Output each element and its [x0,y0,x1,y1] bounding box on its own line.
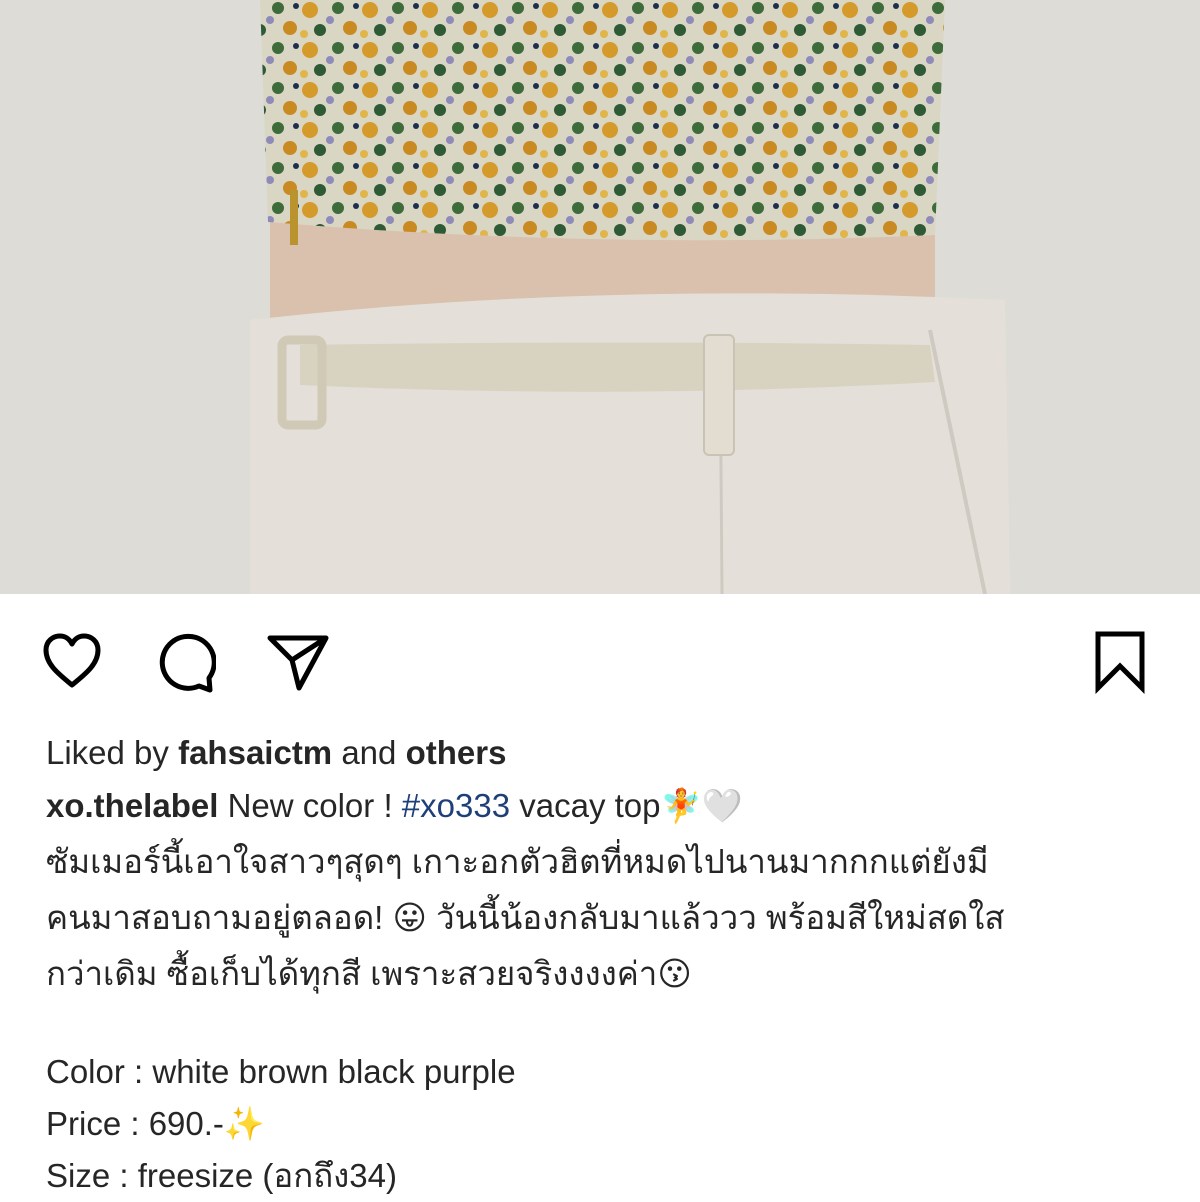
fairy-emoji: 🧚 [660,786,702,825]
post-meta: Liked by fahsaictm and others xo.thelabe… [46,728,1176,1202]
comment-bubble-icon[interactable] [152,630,216,694]
caption-text: คนมาสอบถามอยู่ตลอด! [46,899,384,936]
liked-by-user-link[interactable]: fahsaictm [178,734,332,771]
tongue-emoji: 😛 [392,898,427,937]
post-caption: xo.thelabel New color ! #xo333 vacay top… [46,778,1176,1002]
detail-price: Price : 690.-✨ [46,1098,1176,1150]
caption-line-4: กว่าเดิม ซื้อเก็บได้ทุกสี เพราะสวยจริงงง… [46,946,1176,1002]
caption-text: vacay top [519,787,661,824]
caption-text: กว่าเดิม ซื้อเก็บได้ทุกสี เพราะสวยจริงงง… [46,955,658,992]
hashtag-link[interactable]: #xo333 [402,787,510,824]
caption-username-link[interactable]: xo.thelabel [46,787,218,824]
post-image[interactable] [0,0,1200,594]
likes-summary: Liked by fahsaictm and others [46,728,1176,778]
post-action-bar [0,594,1200,734]
liked-by-others-link[interactable]: others [406,734,507,771]
caption-line-2: ซัมเมอร์นี้เอาใจสาวๆสุดๆ เกาะอกตัวฮิตที่… [46,843,989,880]
caption-line-3: คนมาสอบถามอยู่ตลอด! 😛 วันนี้น้องกลับมาแล… [46,890,1176,946]
caption-text: วันนี้น้องกลับมาแล้ววว พร้อมสีใหม่สดใส [436,899,1005,936]
heart-icon[interactable] [40,630,104,694]
caption-text: New color ! [227,787,393,824]
kiss-emoji: 😗 [657,954,692,993]
paper-plane-icon[interactable] [266,630,330,694]
liked-by-prefix: Liked by [46,734,169,771]
liked-by-conjunction: and [341,734,397,771]
bookmark-icon[interactable] [1088,630,1152,694]
sparkles-emoji: ✨ [223,1104,266,1143]
detail-size: Size : freesize (อกถึง34) [46,1157,397,1194]
caption-line-1: xo.thelabel New color ! #xo333 vacay top… [46,778,1176,834]
detail-color: Color : white brown black purple [46,1053,516,1090]
post-photo [0,0,1200,594]
white-heart-emoji: 🤍 [701,786,743,825]
price-text: Price : 690.- [46,1105,224,1142]
